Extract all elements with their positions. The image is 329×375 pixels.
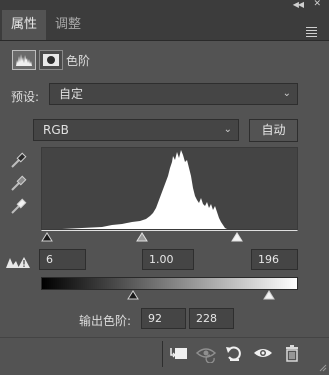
resize-grip-icon[interactable]: [319, 364, 327, 372]
auto-button[interactable]: 自动: [249, 119, 298, 142]
preset-select[interactable]: 自定 ⌄: [49, 83, 298, 105]
clip-to-layer-icon[interactable]: [167, 343, 191, 363]
trash-glyph: [286, 345, 298, 362]
black-eyedropper-icon[interactable]: [9, 152, 27, 170]
output-levels-label: 输出色阶:: [79, 314, 132, 328]
midtone-handle[interactable]: [136, 232, 148, 242]
collapse-panel-icon[interactable]: ◀◀: [293, 0, 304, 10]
visibility-glyph: [254, 349, 272, 357]
preset-label: 预设:: [11, 90, 40, 104]
panel-tab-bar: 属性 调整: [0, 10, 329, 41]
output-white-handle[interactable]: [263, 290, 275, 300]
visibility-icon[interactable]: [251, 343, 275, 363]
view-previous-glyph: [195, 348, 217, 364]
white-point-handle[interactable]: [231, 232, 243, 242]
gray-eyedropper-glyph: [11, 175, 27, 191]
clip-to-layer-glyph: [170, 348, 187, 359]
panel-top-strip: ◀◀ ✕: [0, 0, 329, 10]
output-levels-slider[interactable]: [41, 289, 298, 303]
output-black-field[interactable]: 92: [141, 308, 186, 329]
preset-value: 自定: [59, 87, 84, 101]
input-black-field[interactable]: 6: [39, 249, 86, 270]
tab-properties[interactable]: 属性: [2, 10, 47, 40]
output-white-field[interactable]: 228: [189, 308, 234, 329]
close-panel-icon[interactable]: ✕: [313, 0, 321, 9]
input-white-field[interactable]: 196: [251, 249, 298, 270]
input-levels-slider[interactable]: [41, 230, 298, 244]
chevron-down-icon: ⌄: [223, 124, 232, 135]
toolbar-divider: [162, 341, 163, 367]
tab-adjustments[interactable]: 调整: [46, 10, 90, 40]
view-previous-icon[interactable]: [194, 343, 218, 364]
levels-histogram: [41, 147, 298, 230]
histogram-graph: [42, 150, 227, 229]
clipping-warning-icon[interactable]: [5, 255, 31, 269]
adjustment-title: 色阶: [66, 54, 91, 68]
input-gamma-field[interactable]: 1.00: [142, 249, 194, 270]
reset-icon[interactable]: [222, 343, 246, 363]
reset-glyph: [226, 346, 241, 361]
histogram-icon[interactable]: [12, 50, 36, 70]
channel-value: RGB: [43, 123, 69, 137]
panel-menu-icon[interactable]: [306, 27, 317, 39]
white-eyedropper-icon[interactable]: [9, 198, 27, 216]
chevron-down-icon: ⌄: [282, 88, 291, 99]
white-eyedropper-glyph: [11, 198, 27, 214]
black-eyedropper-glyph: [11, 152, 27, 168]
mask-glyph: [43, 54, 59, 66]
histogram-glyph: [16, 54, 32, 66]
output-black-handle[interactable]: [127, 290, 139, 300]
black-point-handle[interactable]: [41, 232, 53, 242]
clipping-warning-glyph: [6, 257, 30, 268]
trash-icon[interactable]: [280, 343, 304, 363]
channel-select[interactable]: RGB ⌄: [33, 119, 239, 141]
gray-eyedropper-icon[interactable]: [9, 175, 27, 193]
mask-icon[interactable]: [39, 50, 63, 70]
